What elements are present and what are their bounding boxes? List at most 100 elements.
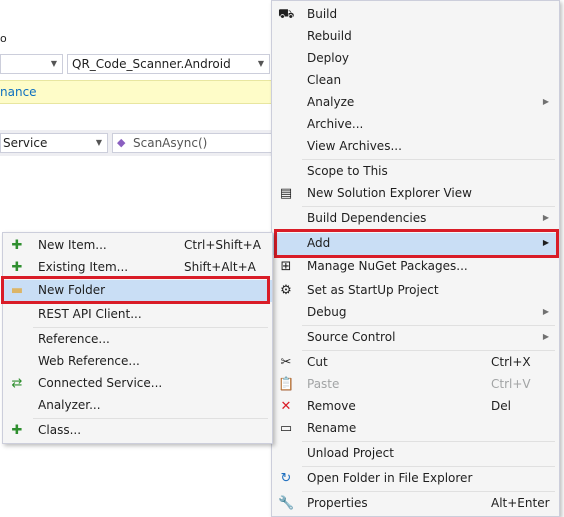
chevron-down-icon: ▼: [95, 138, 102, 147]
menu-item-label: Connected Service...: [38, 376, 163, 390]
submenu-arrow-icon: ▶: [542, 213, 549, 222]
menu-item-label: New Folder: [38, 283, 106, 297]
submenu-item-class[interactable]: ✚ Class...: [3, 420, 272, 442]
submenu-item-reference[interactable]: Reference...: [3, 329, 272, 351]
submenu-item-rest-api-client[interactable]: REST API Client...: [3, 304, 272, 326]
menu-separator: [33, 418, 268, 419]
chevron-down-icon: ▼: [50, 59, 57, 68]
wrench-icon: 🔧: [278, 496, 295, 511]
build-icon: ⛟: [278, 7, 295, 22]
menu-item-shortcut: Alt+Enter: [491, 496, 550, 510]
submenu-item-new-item[interactable]: ✚ New Item... Ctrl+Shift+A: [3, 235, 272, 257]
add-submenu: ✚ New Item... Ctrl+Shift+A ✚ Existing It…: [2, 232, 273, 444]
info-bar: nance: [0, 80, 272, 104]
navigation-bar: Service ▼ ◆ ScanAsync(): [0, 130, 272, 156]
existing-item-icon: ✚: [11, 260, 23, 275]
configuration-combo[interactable]: ▼: [0, 54, 63, 74]
menu-separator: [302, 491, 555, 492]
menu-item-add[interactable]: Add ▶: [272, 233, 559, 255]
menu-item-label: Reference...: [38, 332, 110, 346]
menu-item-label: Archive...: [307, 117, 364, 131]
menu-item-label: Manage NuGet Packages...: [307, 259, 468, 273]
menu-item-manage-nuget[interactable]: ⊞ Manage NuGet Packages...: [272, 256, 559, 278]
menu-item-scope-to-this[interactable]: Scope to This: [272, 161, 559, 183]
menu-item-label: REST API Client...: [38, 307, 142, 321]
rename-icon: ▭: [279, 421, 293, 436]
menu-item-rename[interactable]: ▭ Rename: [272, 418, 559, 440]
class-combo-value: Service: [3, 136, 48, 150]
submenu-item-new-folder[interactable]: ▬ New Folder: [3, 280, 272, 302]
menu-item-new-solution-explorer-view[interactable]: ▤ New Solution Explorer View: [272, 183, 559, 205]
menu-item-label: Source Control: [307, 330, 396, 344]
member-combo[interactable]: ◆ ScanAsync(): [112, 133, 272, 153]
menu-separator: [302, 206, 555, 207]
menu-item-deploy[interactable]: Deploy: [272, 48, 559, 70]
menu-item-shortcut: Ctrl+X: [491, 355, 531, 369]
menu-item-label: Analyzer...: [38, 398, 101, 412]
menu-item-build[interactable]: ⛟ Build: [272, 4, 559, 26]
submenu-item-web-reference[interactable]: Web Reference...: [3, 351, 272, 373]
menu-item-clean[interactable]: Clean: [272, 70, 559, 92]
menu-item-label: New Solution Explorer View: [307, 186, 472, 200]
menu-item-set-startup[interactable]: ⚙ Set as StartUp Project: [272, 280, 559, 302]
project-combo-value: QR_Code_Scanner.Android: [72, 57, 231, 71]
menu-item-label: Open Folder in File Explorer: [307, 471, 473, 485]
cutoff-label: o: [0, 32, 7, 45]
new-item-icon: ✚: [11, 238, 23, 253]
menu-item-label: Rename: [307, 421, 357, 435]
context-menu: ⛟ Build Rebuild Deploy Clean Analyze ▶ A…: [271, 0, 560, 517]
scissors-icon: ✂: [280, 355, 292, 370]
menu-item-shortcut: Ctrl+Shift+A: [184, 238, 261, 252]
menu-item-label: Existing Item...: [38, 260, 129, 274]
menu-separator: [33, 327, 268, 328]
menu-item-rebuild[interactable]: Rebuild: [272, 26, 559, 48]
menu-item-unload-project[interactable]: Unload Project: [272, 443, 559, 465]
menu-item-open-folder[interactable]: ↻ Open Folder in File Explorer: [272, 468, 559, 490]
menu-item-cut[interactable]: ✂ Cut Ctrl+X: [272, 352, 559, 374]
remove-x-icon: ✕: [280, 399, 292, 414]
info-bar-link[interactable]: nance: [0, 85, 37, 99]
menu-separator: [302, 159, 555, 160]
menu-item-label: Cut: [307, 355, 328, 369]
menu-item-shortcut: Del: [491, 399, 511, 413]
menu-item-label: Build: [307, 7, 338, 21]
menu-item-paste[interactable]: 📋 Paste Ctrl+V: [272, 374, 559, 396]
menu-item-label: Web Reference...: [38, 354, 140, 368]
connected-service-icon: ⇄: [11, 376, 23, 391]
new-solution-explorer-view-icon: ▤: [279, 186, 293, 201]
menu-item-label: Remove: [307, 399, 356, 413]
menu-item-label: Analyze: [307, 95, 355, 109]
submenu-item-connected-service[interactable]: ⇄ Connected Service...: [3, 373, 272, 395]
menu-item-source-control[interactable]: Source Control ▶: [272, 327, 559, 349]
menu-item-label: Build Dependencies: [307, 211, 427, 225]
menu-item-archive[interactable]: Archive...: [272, 114, 559, 136]
submenu-arrow-icon: ▶: [542, 307, 549, 316]
menu-item-shortcut: Shift+Alt+A: [184, 260, 256, 274]
menu-item-label: Clean: [307, 73, 342, 87]
menu-item-remove[interactable]: ✕ Remove Del: [272, 396, 559, 418]
submenu-arrow-icon: ▶: [542, 332, 549, 341]
submenu-item-analyzer[interactable]: Analyzer...: [3, 395, 272, 417]
menu-separator: [302, 466, 555, 467]
menu-item-build-dependencies[interactable]: Build Dependencies ▶: [272, 208, 559, 230]
menu-item-view-archives[interactable]: View Archives...: [272, 136, 559, 158]
project-combo[interactable]: QR_Code_Scanner.Android ▼: [67, 54, 270, 74]
menu-item-label: Deploy: [307, 51, 350, 65]
menu-item-properties[interactable]: 🔧 Properties Alt+Enter: [272, 493, 559, 515]
menu-separator: [302, 350, 555, 351]
method-icon: ◆: [117, 136, 126, 149]
menu-item-shortcut: Ctrl+V: [491, 377, 531, 391]
menu-item-label: Class...: [38, 423, 82, 437]
paste-icon: 📋: [278, 377, 295, 392]
menu-item-label: Properties: [307, 496, 368, 510]
menu-item-analyze[interactable]: Analyze ▶: [272, 92, 559, 114]
class-combo[interactable]: Service ▼: [0, 133, 108, 153]
menu-item-label: Paste: [307, 377, 340, 391]
menu-separator: [302, 441, 555, 442]
submenu-item-existing-item[interactable]: ✚ Existing Item... Shift+Alt+A: [3, 257, 272, 279]
submenu-arrow-icon: ▶: [542, 238, 549, 247]
menu-item-debug[interactable]: Debug ▶: [272, 302, 559, 324]
member-combo-value: ScanAsync(): [133, 136, 208, 150]
menu-item-label: Unload Project: [307, 446, 394, 460]
new-folder-icon: ▬: [10, 283, 24, 298]
